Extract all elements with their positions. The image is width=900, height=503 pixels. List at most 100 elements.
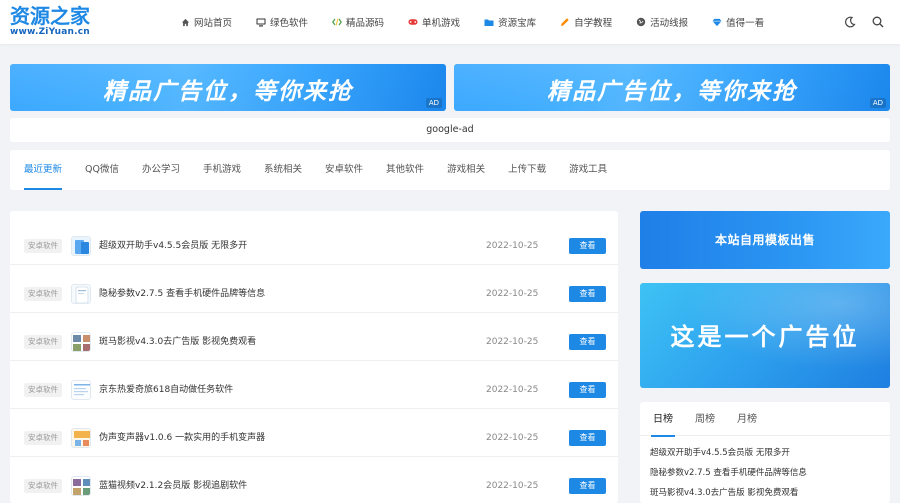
- nav-item-worth-seeing[interactable]: 值得一看: [712, 15, 764, 29]
- view-button[interactable]: 查看: [569, 238, 606, 254]
- site-logo[interactable]: 资源之家 www.ZiYuan.cn: [10, 5, 100, 39]
- view-button[interactable]: 查看: [569, 382, 606, 398]
- ranking-item[interactable]: 斑马影视v4.3.0去广告版 影视免费观看: [650, 487, 798, 499]
- main-nav: 网站首页 绿色软件 精品源码 单机游戏 资源宝库 自学教程 活动线报 值得一看: [180, 0, 788, 44]
- google-ad-slot[interactable]: google-ad: [10, 118, 890, 142]
- nav-label: 绿色软件: [270, 18, 309, 29]
- nav-item-source-code[interactable]: 精品源码: [332, 15, 384, 29]
- article-thumbnail[interactable]: [71, 332, 91, 352]
- ranking-tabs: 日榜 周榜 月榜: [640, 402, 890, 437]
- article-date: 2022-10-25: [486, 481, 539, 491]
- nav-item-events[interactable]: 活动线报: [636, 15, 688, 29]
- ad-tag: AD: [425, 98, 442, 108]
- logo-sub-text: www.ZiYuan.cn: [10, 27, 90, 37]
- view-button[interactable]: 查看: [569, 430, 606, 446]
- tab-mobile-games[interactable]: 手机游戏: [203, 150, 241, 190]
- list-item[interactable]: 安卓软件 斑马影视v4.3.0去广告版 影视免费观看 2022-10-25 查看: [10, 313, 618, 361]
- category-badge[interactable]: 安卓软件: [24, 479, 62, 493]
- category-badge[interactable]: 安卓软件: [24, 239, 62, 253]
- search-icon: [872, 16, 884, 28]
- ranking-panel: 日榜 周榜 月榜 超级双开助手v4.5.5会员版 无限多开 隐秘参数v2.7.5…: [640, 402, 890, 503]
- list-item[interactable]: 安卓软件 隐秘参数v2.7.5 查看手机硬件品牌等信息 2022-10-25 查…: [10, 265, 618, 313]
- list-item[interactable]: 安卓软件 蓝猫视频v2.1.2会员版 影视追剧软件 2022-10-25 查看: [10, 457, 618, 503]
- tab-upload-download[interactable]: 上传下载: [508, 150, 546, 190]
- article-title[interactable]: 京东热爱奇旅618自动做任务软件: [99, 383, 233, 397]
- article-thumbnail[interactable]: [71, 476, 91, 496]
- tab-other-software[interactable]: 其他软件: [386, 150, 424, 190]
- home-icon: [180, 17, 190, 27]
- list-item[interactable]: 安卓软件 伪声变声器v1.0.6 一款实用的手机变声器 2022-10-25 查…: [10, 409, 618, 457]
- category-badge[interactable]: 安卓软件: [24, 287, 62, 301]
- article-date: 2022-10-25: [486, 385, 539, 395]
- ad-tag: AD: [869, 98, 886, 108]
- article-date: 2022-10-25: [486, 433, 539, 443]
- dark-mode-toggle[interactable]: [840, 12, 860, 32]
- tab-game-tools[interactable]: 游戏工具: [569, 150, 607, 190]
- article-title[interactable]: 隐秘参数v2.7.5 查看手机硬件品牌等信息: [99, 287, 265, 301]
- ad-banner-text: 精品广告位，等你来抢: [547, 79, 797, 105]
- article-thumbnail[interactable]: [71, 236, 91, 256]
- article-date: 2022-10-25: [486, 241, 539, 251]
- article-thumbnail[interactable]: [71, 380, 91, 400]
- search-button[interactable]: [868, 12, 888, 32]
- tab-daily[interactable]: 日榜: [651, 402, 675, 437]
- tab-system[interactable]: 系统相关: [264, 150, 302, 190]
- list-item[interactable]: 安卓软件 京东热爱奇旅618自动做任务软件 2022-10-25 查看: [10, 361, 618, 409]
- sidebar-ad-text: 这是一个广告位: [670, 323, 860, 351]
- logo-main-text: 资源之家: [10, 4, 90, 28]
- moon-icon: [844, 16, 856, 28]
- tab-android[interactable]: 安卓软件: [325, 150, 363, 190]
- nav-label: 网站首页: [194, 18, 233, 29]
- nav-label: 值得一看: [726, 18, 765, 29]
- nav-item-games[interactable]: 单机游戏: [408, 15, 460, 29]
- article-date: 2022-10-25: [486, 337, 539, 347]
- ranking-item[interactable]: 隐秘参数v2.7.5 查看手机硬件品牌等信息: [650, 467, 807, 479]
- gamepad-icon: [408, 17, 418, 27]
- nav-label: 自学教程: [574, 18, 613, 29]
- pencil-icon: [560, 17, 570, 27]
- article-date: 2022-10-25: [486, 289, 539, 299]
- category-badge[interactable]: 安卓软件: [24, 335, 62, 349]
- article-title[interactable]: 蓝猫视频v2.1.2会员版 影视追剧软件: [99, 479, 247, 493]
- nav-label: 精品源码: [346, 18, 385, 29]
- nav-label: 资源宝库: [498, 18, 537, 29]
- category-tabs: 最近更新 QQ微信 办公学习 手机游戏 系统相关 安卓软件 其他软件 游戏相关 …: [10, 150, 890, 190]
- list-item[interactable]: 安卓软件 超级双开助手v4.5.5会员版 无限多开 2022-10-25 查看: [10, 217, 618, 265]
- category-badge[interactable]: 安卓软件: [24, 383, 62, 397]
- nav-label: 活动线报: [650, 18, 689, 29]
- template-sale-banner[interactable]: 本站自用模板出售: [640, 211, 890, 269]
- nav-label: 单机游戏: [422, 18, 461, 29]
- view-button[interactable]: 查看: [569, 334, 606, 350]
- ranking-item[interactable]: 超级双开助手v4.5.5会员版 无限多开: [650, 447, 790, 459]
- nav-item-green-software[interactable]: 绿色软件: [256, 15, 308, 29]
- view-button[interactable]: 查看: [569, 286, 606, 302]
- ad-banner-right[interactable]: 精品广告位，等你来抢 AD: [454, 64, 890, 111]
- view-button[interactable]: 查看: [569, 478, 606, 494]
- article-title[interactable]: 超级双开助手v4.5.5会员版 无限多开: [99, 239, 247, 253]
- tab-game-related[interactable]: 游戏相关: [447, 150, 485, 190]
- folder-icon: [484, 17, 494, 27]
- monitor-icon: [256, 17, 266, 27]
- tab-office-study[interactable]: 办公学习: [142, 150, 180, 190]
- tab-monthly[interactable]: 月榜: [737, 402, 757, 436]
- tab-qq-wechat[interactable]: QQ微信: [85, 150, 119, 190]
- diamond-icon: [712, 17, 722, 27]
- globe-icon: [636, 17, 646, 27]
- site-header: 资源之家 www.ZiYuan.cn 网站首页 绿色软件 精品源码 单机游戏 资…: [0, 0, 900, 44]
- sidebar-ad-banner[interactable]: 这是一个广告位: [640, 283, 890, 388]
- tab-latest[interactable]: 最近更新: [24, 150, 63, 190]
- article-thumbnail[interactable]: [71, 428, 91, 448]
- ad-banner-left[interactable]: 精品广告位，等你来抢 AD: [10, 64, 446, 111]
- nav-item-resource-library[interactable]: 资源宝库: [484, 15, 536, 29]
- article-thumbnail[interactable]: [71, 284, 91, 304]
- article-title[interactable]: 斑马影视v4.3.0去广告版 影视免费观看: [99, 335, 256, 349]
- ad-banner-text: 精品广告位，等你来抢: [103, 79, 353, 105]
- header-actions: [832, 12, 888, 32]
- code-icon: [332, 17, 342, 27]
- article-title[interactable]: 伪声变声器v1.0.6 一款实用的手机变声器: [99, 431, 265, 445]
- article-list: 安卓软件 超级双开助手v4.5.5会员版 无限多开 2022-10-25 查看 …: [10, 211, 618, 503]
- category-badge[interactable]: 安卓软件: [24, 431, 62, 445]
- nav-item-home[interactable]: 网站首页: [180, 15, 232, 29]
- tab-weekly[interactable]: 周榜: [695, 402, 715, 436]
- nav-item-tutorials[interactable]: 自学教程: [560, 15, 612, 29]
